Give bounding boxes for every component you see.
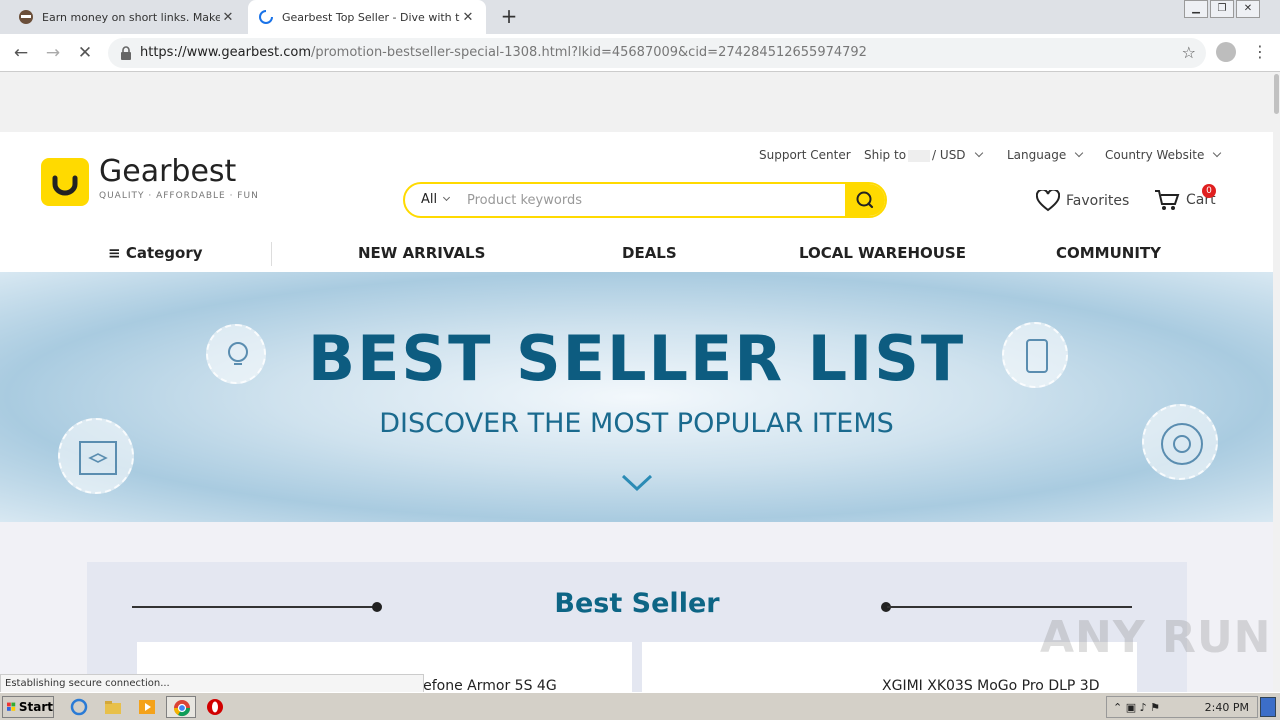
best-seller-section: Best Seller Ulefone Armor 5S 4G XGIMI XK… (87, 562, 1187, 692)
ship-to-label: Ship to (864, 148, 907, 162)
nav-community[interactable]: COMMUNITY (1056, 244, 1161, 262)
search-icon (856, 191, 874, 209)
folder-icon[interactable] (104, 698, 122, 716)
browser-tab[interactable]: Earn money on short links. Make short ✕ (8, 0, 246, 34)
banner-title: BEST SELLER LIST (307, 322, 966, 395)
search-scope-label: All (421, 192, 438, 207)
browser-tab-active[interactable]: Gearbest Top Seller - Dive with the Ge ✕ (248, 0, 486, 34)
browser-tab-strip: Earn money on short links. Make short ✕ … (0, 0, 1280, 34)
opera-icon[interactable] (206, 698, 224, 716)
forward-arrow-icon[interactable]: → (42, 42, 64, 64)
system-tray: ⌃ ▣ ♪ ⚑ 2:40 PM (1106, 696, 1258, 718)
media-player-icon[interactable] (138, 698, 156, 716)
tab-close-icon[interactable]: ✕ (460, 10, 476, 25)
promo-banner: BEST SELLER LIST DISCOVER THE MOST POPUL… (0, 272, 1273, 522)
nav-divider (271, 242, 272, 266)
new-tab-button[interactable]: + (498, 5, 520, 27)
country-website-selector[interactable]: Country Website (1105, 148, 1222, 162)
brand-tagline: QUALITY · AFFORDABLE · FUN (99, 191, 259, 201)
page-viewport: Gearbest QUALITY · AFFORDABLE · FUN Supp… (0, 72, 1273, 692)
chrome-taskbar-button[interactable] (166, 696, 196, 718)
clock[interactable]: 2:40 PM (1205, 701, 1249, 714)
tab-title: Earn money on short links. Make short (42, 10, 220, 24)
scrollbar-thumb[interactable] (1274, 74, 1279, 114)
product-name[interactable]: Ulefone Armor 5S 4G (409, 678, 557, 692)
section-decor-line (887, 606, 1132, 608)
ad-strip (0, 72, 1273, 132)
tab-close-icon[interactable]: ✕ (220, 10, 236, 25)
search-button[interactable] (845, 184, 885, 216)
tray-icons[interactable]: ⌃ ▣ ♪ ⚑ (1107, 701, 1160, 714)
nav-category[interactable]: ≡ Category (108, 244, 203, 262)
search-scope-dropdown[interactable]: All (421, 192, 451, 207)
nav-category-label: Category (125, 244, 203, 262)
chevron-down-icon[interactable] (620, 472, 654, 494)
currency-label: / USD (932, 148, 966, 162)
status-bubble: Establishing secure connection... (0, 674, 424, 694)
minimize-icon[interactable]: ▁ (1184, 0, 1208, 18)
internet-explorer-icon[interactable] (70, 698, 88, 716)
country-flag-icon (908, 149, 931, 162)
chevron-down-icon (1074, 148, 1084, 158)
loading-spinner-icon (259, 10, 273, 24)
browser-menu-icon[interactable]: ⋮ (1252, 42, 1268, 61)
search-input[interactable] (467, 190, 837, 210)
show-desktop-button[interactable] (1260, 697, 1276, 717)
language-selector[interactable]: Language (1007, 148, 1084, 162)
logo-mark (41, 158, 89, 206)
nav-new-arrivals[interactable]: NEW ARRIVALS (358, 244, 485, 262)
cart-icon (1155, 190, 1180, 210)
site-header: Gearbest QUALITY · AFFORDABLE · FUN Supp… (0, 132, 1273, 272)
start-button[interactable]: Start (2, 696, 54, 718)
search-bar: All (403, 182, 887, 218)
hamburger-menu-icon: ≡ (108, 244, 121, 262)
ship-to-selector[interactable]: Ship to / USD (864, 148, 983, 162)
anyrun-watermark: ANY RUN (1040, 612, 1272, 663)
cart-count-badge: 0 (1202, 184, 1216, 198)
bookmark-star-icon[interactable]: ☆ (1182, 43, 1196, 62)
nav-deals[interactable]: DEALS (622, 244, 677, 262)
smile-icon (52, 175, 78, 196)
category-nav: ≡ Category NEW ARRIVALS DEALS LOCAL WARE… (0, 242, 1273, 272)
brand-name: Gearbest (99, 154, 237, 189)
stop-loading-icon[interactable]: ✕ (74, 42, 96, 64)
back-arrow-icon[interactable]: ← (10, 42, 32, 64)
chevron-down-icon (974, 148, 983, 158)
favorites-link[interactable]: Favorites (1036, 190, 1129, 212)
window-controls: ▁ ❐ ✕ (1182, 0, 1260, 20)
country-website-label: Country Website (1105, 148, 1205, 162)
heart-icon (1036, 190, 1060, 212)
section-title: Best Seller (554, 588, 720, 619)
windows-taskbar: Start ⌃ ▣ ♪ ⚑ 2:40 PM (0, 692, 1280, 720)
tab-title: Gearbest Top Seller - Dive with the Ge (282, 10, 460, 24)
banner-subtitle: DISCOVER THE MOST POPULAR ITEMS (379, 408, 894, 439)
address-bar[interactable]: https://www.gearbest.com/promotion-bests… (108, 38, 1206, 68)
url-text: https://www.gearbest.com/promotion-bests… (140, 45, 867, 60)
lock-icon (121, 46, 131, 60)
cart-link[interactable]: Cart 0 (1154, 184, 1216, 212)
site-favicon-icon (19, 10, 33, 24)
chrome-icon (173, 700, 191, 717)
browser-toolbar: ← → ✕ https://www.gearbest.com/promotion… (0, 34, 1280, 72)
profile-avatar-icon[interactable] (1216, 42, 1236, 62)
chevron-down-icon (1213, 148, 1222, 158)
page-scrollbar[interactable] (1273, 72, 1280, 692)
favorites-label: Favorites (1066, 193, 1130, 209)
product-name[interactable]: XGIMI XK03S MoGo Pro DLP 3D (882, 678, 1099, 692)
support-center-link[interactable]: Support Center (759, 148, 851, 162)
restore-icon[interactable]: ❐ (1210, 0, 1234, 18)
language-label: Language (1007, 148, 1067, 162)
windows-logo-icon (7, 702, 16, 711)
close-window-icon[interactable]: ✕ (1236, 0, 1260, 18)
nav-local-warehouse[interactable]: LOCAL WAREHOUSE (799, 244, 966, 262)
start-label: Start (18, 700, 53, 714)
chevron-down-icon (443, 193, 451, 202)
gearbest-logo[interactable]: Gearbest QUALITY · AFFORDABLE · FUN (41, 154, 281, 210)
